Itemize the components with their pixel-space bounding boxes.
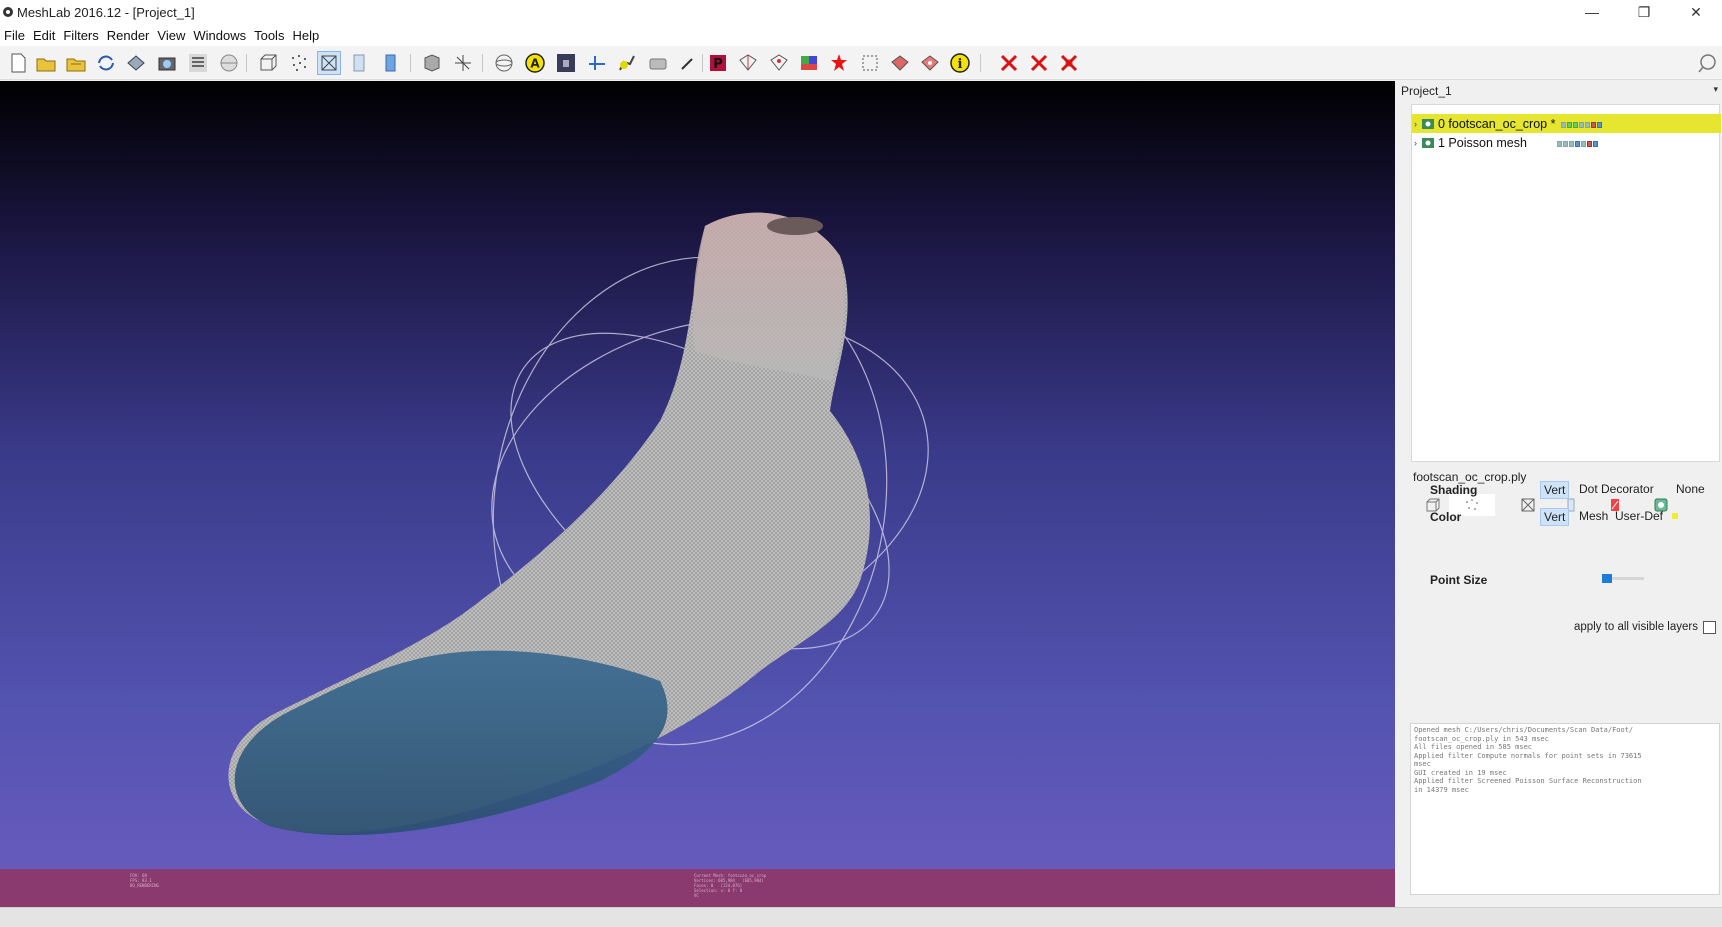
camera-icon[interactable] — [554, 51, 578, 75]
menu-help[interactable]: Help — [292, 28, 319, 43]
meshlab-logo-icon — [3, 7, 13, 17]
menu-windows[interactable]: Windows — [193, 28, 246, 43]
svg-text:A: A — [530, 57, 540, 71]
shading-none-option[interactable]: None — [1673, 481, 1708, 497]
menu-file[interactable]: File — [4, 28, 25, 43]
apply-all-label: apply to all visible layers — [1573, 621, 1698, 633]
delete-x3-icon[interactable] — [1057, 51, 1081, 75]
svg-text:P: P — [713, 57, 723, 72]
trackball-icon[interactable] — [492, 51, 516, 75]
apply-all-checkbox[interactable] — [1703, 621, 1716, 634]
ankle-cut — [767, 217, 823, 235]
main-toolbar: A P i — [0, 46, 1722, 80]
open-project-icon[interactable] — [64, 51, 88, 75]
layer-item-poisson[interactable]: › 1 Poisson mesh — [1412, 133, 1721, 152]
wireframe-icon[interactable] — [317, 51, 341, 75]
paint-icon[interactable] — [615, 51, 639, 75]
open-mesh-icon[interactable] — [34, 51, 58, 75]
points-icon[interactable] — [287, 51, 311, 75]
select-connected-icon[interactable] — [858, 51, 882, 75]
new-project-icon[interactable] — [6, 51, 30, 75]
ankle-region — [693, 212, 845, 381]
delete-faces-icon[interactable] — [888, 51, 912, 75]
title-bar: MeshLab 2016.12 - [Project_1] — ❐ ✕ — [0, 0, 1722, 24]
shading-vert-option[interactable]: Vert — [1540, 481, 1570, 499]
bounding-box-icon[interactable] — [256, 51, 280, 75]
layer-tag-icons — [1561, 117, 1603, 131]
svg-text:i: i — [958, 57, 963, 72]
shading-dot-decorator-option[interactable]: Dot Decorator — [1576, 481, 1657, 497]
search-icon[interactable] — [1696, 52, 1718, 74]
3d-viewport[interactable]: FOV: 60 FPS: 83.1 BO_RENDERING Current M… — [0, 81, 1395, 907]
restore-button[interactable]: ❐ — [1618, 0, 1670, 24]
color-mesh-option[interactable]: Mesh — [1576, 508, 1611, 524]
close-button[interactable]: ✕ — [1670, 0, 1722, 24]
delete-x-icon[interactable] — [997, 51, 1021, 75]
layer-panel: Project_1 ▾ › 0 footscan_oc_crop * › 1 P… — [1397, 81, 1722, 907]
visibility-eye-icon[interactable] — [1422, 118, 1434, 129]
toe-region — [234, 650, 668, 836]
wire-mode-icon — [1521, 498, 1535, 512]
snapshot-icon[interactable] — [155, 51, 179, 75]
points-mode-icon — [1466, 499, 1478, 510]
menu-filters[interactable]: Filters — [63, 28, 98, 43]
reload-icon[interactable] — [94, 51, 118, 75]
expand-icon[interactable]: › — [1414, 119, 1422, 129]
flat-icon[interactable] — [347, 51, 371, 75]
select-faces-icon[interactable] — [736, 51, 760, 75]
menu-bar: File Edit Filters Render View Windows To… — [0, 24, 1722, 46]
menu-tools[interactable]: Tools — [254, 28, 284, 43]
align-icon[interactable] — [646, 51, 670, 75]
delete-x2-icon[interactable] — [1027, 51, 1051, 75]
layer-item-footscan[interactable]: › 0 footscan_oc_crop * — [1412, 114, 1721, 133]
measure-icon[interactable] — [585, 51, 609, 75]
point-size-slider-handle[interactable] — [1602, 574, 1612, 583]
tab-wireframe[interactable] — [1514, 494, 1542, 516]
menu-render[interactable]: Render — [107, 28, 150, 43]
layer-name: 1 Poisson mesh — [1438, 135, 1527, 150]
axes-icon[interactable] — [451, 51, 475, 75]
foot-mesh-render — [228, 212, 929, 836]
project-title: Project_1 — [1401, 84, 1452, 98]
visibility-eye-icon[interactable] — [1422, 137, 1434, 148]
mesh-info: Current Mesh: footscan_oc_crop Vertices:… — [694, 873, 767, 898]
user-color-swatch[interactable] — [1672, 513, 1678, 519]
current-file-label: footscan_oc_crop.ply — [1413, 470, 1527, 484]
window-title: MeshLab 2016.12 - [Project_1] — [17, 4, 195, 20]
color-vert-option[interactable]: Vert — [1540, 508, 1570, 526]
color-paint-icon[interactable] — [797, 51, 821, 75]
shading-label: Shading — [1430, 483, 1478, 497]
layer-list: › 0 footscan_oc_crop * › 1 Poisson mesh — [1411, 104, 1721, 462]
select-vertices-icon[interactable] — [767, 51, 791, 75]
viewport-info-bar: FOV: 60 FPS: 83.1 BO_RENDERING Current M… — [0, 869, 1395, 907]
log-console[interactable]: Opened mesh C:/Users/chris/Documents/Sca… — [1410, 723, 1720, 895]
info-icon[interactable]: i — [948, 51, 972, 75]
render-info: FOV: 60 FPS: 83.1 BO_RENDERING — [130, 873, 159, 888]
status-bar — [0, 907, 1722, 927]
window-controls: — ❐ ✕ — [1566, 0, 1722, 24]
georef-icon[interactable] — [827, 51, 851, 75]
color-user-def-option[interactable]: User-Def — [1612, 508, 1666, 524]
pencil-icon[interactable] — [676, 51, 700, 75]
layers-icon[interactable] — [186, 51, 210, 75]
annotation-icon[interactable]: A — [523, 51, 547, 75]
fullscreen-icon[interactable] — [217, 51, 241, 75]
delete-vertices-icon[interactable] — [918, 51, 942, 75]
color-label: Color — [1430, 510, 1462, 524]
expand-icon[interactable]: › — [1414, 138, 1422, 148]
light-icon[interactable] — [420, 51, 444, 75]
menu-edit[interactable]: Edit — [33, 28, 55, 43]
point-size-label: Point Size — [1430, 573, 1488, 587]
point-size-slider[interactable] — [1602, 574, 1644, 583]
smooth-icon[interactable] — [378, 51, 402, 75]
layer-tag-icons — [1556, 136, 1599, 150]
panel-pin-icon[interactable]: ▾ — [1713, 84, 1718, 95]
layer-name: 0 footscan_oc_crop * — [1438, 116, 1556, 131]
minimize-button[interactable]: — — [1566, 0, 1618, 24]
menu-view[interactable]: View — [157, 28, 185, 43]
save-icon[interactable] — [124, 51, 148, 75]
pickpoints-icon[interactable]: P — [706, 51, 730, 75]
